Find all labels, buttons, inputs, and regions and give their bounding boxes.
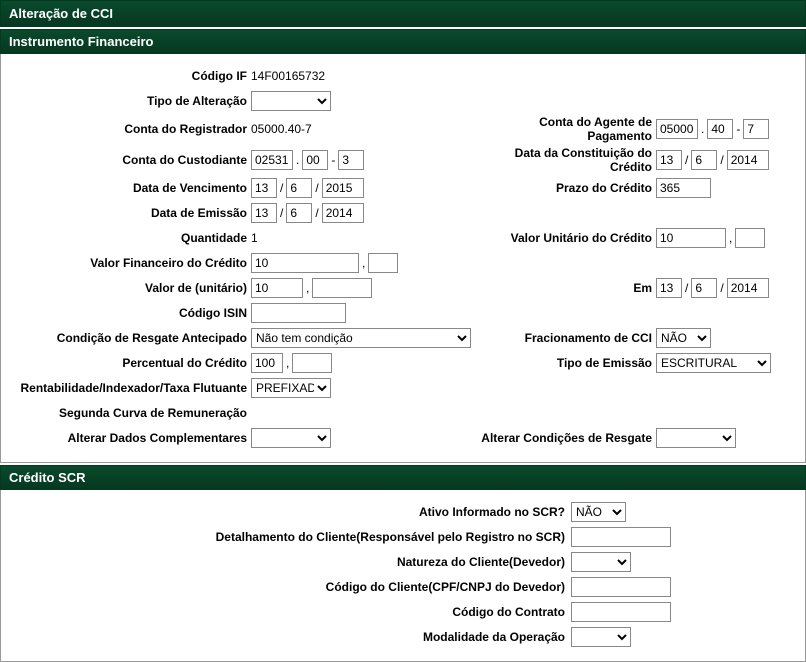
slash-sep: / bbox=[315, 206, 318, 220]
input-vuc-int[interactable] bbox=[656, 228, 726, 248]
input-isin[interactable] bbox=[251, 303, 346, 323]
label-data-emissao: Data de Emissão bbox=[1, 206, 251, 220]
input-conta-agente-3[interactable] bbox=[743, 119, 769, 139]
label-prazo-credito: Prazo do Crédito bbox=[476, 181, 656, 195]
slash-sep: / bbox=[720, 153, 723, 167]
select-rentabilidade[interactable]: PREFIXADO bbox=[251, 378, 331, 398]
page-title: Alteração de CCI bbox=[0, 0, 806, 27]
dot-sep: . bbox=[296, 153, 299, 167]
input-const-y[interactable] bbox=[727, 150, 769, 170]
label-valor-unit-credito: Valor Unitário do Crédito bbox=[476, 231, 656, 245]
label-natureza: Natureza do Cliente(Devedor) bbox=[1, 555, 571, 569]
instrumento-box: Código IF 14F00165732 Tipo de Alteração … bbox=[0, 54, 806, 463]
label-fracionamento: Fracionamento de CCI bbox=[476, 331, 656, 345]
select-fracionamento[interactable]: NÃO bbox=[656, 328, 711, 348]
input-emis-y[interactable] bbox=[322, 203, 364, 223]
input-custodiante-1[interactable] bbox=[251, 150, 293, 170]
comma-sep: , bbox=[729, 231, 732, 245]
select-alterar-cond[interactable] bbox=[656, 428, 736, 448]
label-quantidade: Quantidade bbox=[1, 231, 251, 245]
value-quantidade: 1 bbox=[251, 231, 476, 245]
input-em-y[interactable] bbox=[727, 278, 769, 298]
label-codigo-contrato: Código do Contrato bbox=[1, 605, 571, 619]
comma-sep: , bbox=[362, 256, 365, 270]
select-alterar-dados[interactable] bbox=[251, 428, 331, 448]
section-credito-scr: Crédito SCR bbox=[0, 465, 806, 490]
section-instrumento: Instrumento Financeiro bbox=[0, 29, 806, 54]
label-em: Em bbox=[476, 281, 656, 295]
input-em-d[interactable] bbox=[656, 278, 682, 298]
label-segunda-curva: Segunda Curva de Remuneração bbox=[1, 406, 251, 420]
input-vu-dec[interactable] bbox=[312, 278, 372, 298]
comma-sep: , bbox=[286, 356, 289, 370]
label-modalidade: Modalidade da Operação bbox=[1, 630, 571, 644]
input-custodiante-2[interactable] bbox=[302, 150, 328, 170]
select-modalidade[interactable] bbox=[571, 627, 631, 647]
label-alterar-cond: Alterar Condições de Resgate bbox=[476, 431, 656, 445]
input-emis-d[interactable] bbox=[251, 203, 277, 223]
slash-sep: / bbox=[315, 181, 318, 195]
dash-sep: - bbox=[331, 153, 335, 167]
select-tipo-alteracao[interactable] bbox=[251, 91, 331, 111]
input-em-m[interactable] bbox=[691, 278, 717, 298]
label-tipo-emissao: Tipo de Emissão bbox=[476, 356, 656, 370]
slash-sep: / bbox=[280, 206, 283, 220]
credito-scr-box: Ativo Informado no SCR? NÃO Detalhamento… bbox=[0, 490, 806, 662]
label-conta-agente: Conta do Agente de Pagamento bbox=[476, 115, 656, 143]
input-venc-y[interactable] bbox=[322, 178, 364, 198]
input-emis-m[interactable] bbox=[286, 203, 312, 223]
input-vu-int[interactable] bbox=[251, 278, 303, 298]
input-vuc-dec[interactable] bbox=[735, 228, 765, 248]
value-conta-registrador: 05000.40-7 bbox=[251, 122, 476, 136]
slash-sep: / bbox=[685, 153, 688, 167]
slash-sep: / bbox=[280, 181, 283, 195]
select-ativo-scr[interactable]: NÃO bbox=[571, 502, 626, 522]
input-conta-agente-1[interactable] bbox=[656, 119, 698, 139]
input-vfc-int[interactable] bbox=[251, 253, 359, 273]
label-conta-custodiante: Conta do Custodiante bbox=[1, 153, 251, 167]
label-tipo-alteracao: Tipo de Alteração bbox=[1, 94, 251, 108]
input-codigo-contrato[interactable] bbox=[571, 602, 671, 622]
label-cond-resgate: Condição de Resgate Antecipado bbox=[1, 331, 251, 345]
comma-sep: , bbox=[306, 281, 309, 295]
input-const-m[interactable] bbox=[691, 150, 717, 170]
select-tipo-emissao[interactable]: ESCRITURAL bbox=[656, 353, 771, 373]
slash-sep: / bbox=[720, 281, 723, 295]
select-natureza[interactable] bbox=[571, 552, 631, 572]
input-codigo-cliente[interactable] bbox=[571, 577, 671, 597]
input-venc-m[interactable] bbox=[286, 178, 312, 198]
input-perc-int[interactable] bbox=[251, 353, 283, 373]
label-codigo-cliente: Código do Cliente(CPF/CNPJ do Devedor) bbox=[1, 580, 571, 594]
label-valor-unitario: Valor de (unitário) bbox=[1, 281, 251, 295]
select-cond-resgate[interactable]: Não tem condição bbox=[251, 328, 471, 348]
label-ativo-scr: Ativo Informado no SCR? bbox=[1, 505, 571, 519]
label-percentual-credito: Percentual do Crédito bbox=[1, 356, 251, 370]
dash-sep: - bbox=[736, 122, 740, 136]
label-valor-fin-credito: Valor Financeiro do Crédito bbox=[1, 256, 251, 270]
label-rentabilidade: Rentabilidade/Indexador/Taxa Flutuante bbox=[1, 381, 251, 395]
input-custodiante-3[interactable] bbox=[338, 150, 364, 170]
value-codigo-if: 14F00165732 bbox=[251, 69, 476, 83]
input-venc-d[interactable] bbox=[251, 178, 277, 198]
label-codigo-if: Código IF bbox=[1, 69, 251, 83]
dot-sep: . bbox=[701, 122, 704, 136]
label-data-constituicao: Data da Constituição do Crédito bbox=[476, 146, 656, 174]
input-conta-agente-2[interactable] bbox=[707, 119, 733, 139]
label-data-vencimento: Data de Vencimento bbox=[1, 181, 251, 195]
input-prazo[interactable] bbox=[656, 178, 711, 198]
input-perc-dec[interactable] bbox=[292, 353, 332, 373]
label-detalhamento: Detalhamento do Cliente(Responsável pelo… bbox=[1, 530, 571, 544]
input-const-d[interactable] bbox=[656, 150, 682, 170]
label-conta-registrador: Conta do Registrador bbox=[1, 122, 251, 136]
label-codigo-isin: Código ISIN bbox=[1, 306, 251, 320]
slash-sep: / bbox=[685, 281, 688, 295]
input-vfc-dec[interactable] bbox=[368, 253, 398, 273]
label-alterar-dados: Alterar Dados Complementares bbox=[1, 431, 251, 445]
input-detalhamento[interactable] bbox=[571, 527, 671, 547]
